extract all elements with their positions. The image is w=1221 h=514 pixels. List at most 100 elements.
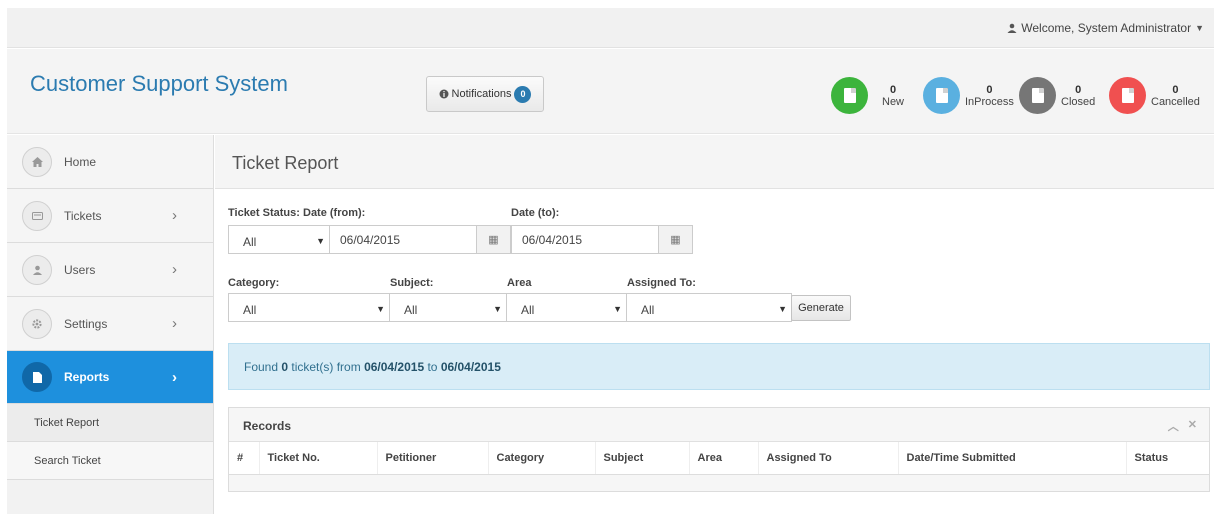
document-icon bbox=[1031, 88, 1044, 103]
caret-down-icon: ▼ bbox=[493, 304, 502, 314]
sidebar-item-tickets[interactable]: Tickets › bbox=[7, 189, 213, 243]
stat-new-circle bbox=[831, 77, 868, 114]
sidebar-subitem-ticket-report[interactable]: Ticket Report bbox=[7, 404, 213, 442]
records-title: Records bbox=[243, 419, 292, 433]
stat-new[interactable]: 0 New bbox=[831, 77, 904, 114]
date-to-input[interactable]: 06/04/2015 bbox=[511, 225, 659, 254]
user-menu[interactable]: Welcome, System Administrator ▼ bbox=[1007, 21, 1204, 35]
assigned-to-value: All bbox=[641, 303, 655, 317]
column-header[interactable]: Ticket No. bbox=[259, 442, 378, 475]
main-content: Ticket Report Ticket Status: Date (from)… bbox=[215, 135, 1214, 514]
sidebar-item-label: Reports bbox=[64, 370, 110, 384]
subject-value: All bbox=[404, 303, 418, 317]
date-from-input[interactable]: 06/04/2015 bbox=[329, 225, 477, 254]
area-label: Area bbox=[507, 277, 532, 289]
sidebar-item-label: Settings bbox=[64, 316, 108, 331]
area-value: All bbox=[521, 303, 535, 317]
stat-new-count: 0 bbox=[889, 83, 897, 96]
stat-inprocess-circle bbox=[923, 77, 960, 114]
document-icon bbox=[843, 88, 856, 103]
stat-cancelled-label: Cancelled bbox=[1151, 95, 1200, 108]
sidebar-item-users[interactable]: Users › bbox=[7, 243, 213, 297]
table-header-row: # Ticket No. Petitioner Category Subject… bbox=[229, 442, 1209, 475]
subject-label: Subject: bbox=[390, 277, 434, 289]
chevron-down-icon: ▼ bbox=[1195, 23, 1204, 33]
sidebar-item-settings[interactable]: Settings › bbox=[7, 297, 213, 351]
document-icon bbox=[1121, 88, 1134, 103]
calendar-icon[interactable]: ▦ bbox=[658, 225, 693, 254]
category-label: Category: bbox=[228, 277, 280, 289]
assigned-to-select[interactable]: All ▼ bbox=[626, 293, 792, 322]
stat-inprocess[interactable]: 0 InProcess bbox=[923, 77, 1014, 114]
result-middle: ticket(s) from bbox=[288, 360, 365, 374]
sidebar-item-label: Home bbox=[64, 154, 97, 169]
sidebar-item-reports[interactable]: Reports › bbox=[7, 351, 213, 404]
column-header[interactable]: Date/Time Submitted bbox=[898, 442, 1127, 475]
document-icon bbox=[935, 88, 948, 103]
caret-down-icon: ▼ bbox=[778, 304, 787, 314]
ticket-icon bbox=[22, 200, 52, 231]
stat-cancelled-circle bbox=[1109, 77, 1146, 114]
caret-down-icon: ▼ bbox=[316, 236, 325, 246]
stat-inprocess-label: InProcess bbox=[965, 95, 1014, 108]
notifications-button[interactable]: Notifications 0 bbox=[426, 76, 544, 112]
ticket-status-value: All bbox=[243, 235, 257, 249]
sidebar-item-label: Users bbox=[64, 262, 96, 277]
column-header[interactable]: Area bbox=[689, 442, 759, 475]
stat-inprocess-count: 0 bbox=[986, 83, 993, 96]
subject-select[interactable]: All ▼ bbox=[389, 293, 507, 322]
category-value: All bbox=[243, 303, 257, 317]
home-icon bbox=[22, 146, 52, 177]
ticket-status-select[interactable]: All ▼ bbox=[228, 225, 330, 254]
date-to-label: Date (to): bbox=[511, 207, 560, 219]
page-title: Ticket Report bbox=[215, 135, 1214, 189]
top-bar: Welcome, System Administrator ▼ bbox=[7, 8, 1214, 48]
chevron-up-icon[interactable]: ︿ bbox=[1168, 418, 1179, 434]
sidebar: Home Tickets › Users › Settings › Report… bbox=[7, 135, 214, 514]
records-header: Records ︿ ✕ bbox=[229, 408, 1209, 442]
column-header[interactable]: Category bbox=[488, 442, 596, 475]
column-header[interactable]: # bbox=[229, 442, 260, 475]
ticket-status-label: Ticket Status: bbox=[228, 207, 300, 219]
result-from-date: 06/04/2015 bbox=[364, 360, 425, 374]
calendar-icon[interactable]: ▦ bbox=[476, 225, 511, 254]
stat-closed-circle bbox=[1019, 77, 1056, 114]
notifications-label: Notifications bbox=[451, 88, 512, 100]
assigned-to-label: Assigned To: bbox=[627, 277, 696, 289]
caret-down-icon: ▼ bbox=[376, 304, 385, 314]
chevron-right-icon: › bbox=[172, 315, 177, 332]
column-header[interactable]: Status bbox=[1126, 442, 1209, 475]
result-alert: Found 0 ticket(s) from 06/04/2015 to 06/… bbox=[228, 343, 1210, 390]
category-select[interactable]: All ▼ bbox=[228, 293, 390, 322]
header: Customer Support System Notifications 0 … bbox=[7, 49, 1214, 134]
result-prefix: Found bbox=[244, 360, 282, 374]
document-icon bbox=[22, 362, 52, 392]
app-title: Customer Support System bbox=[30, 71, 288, 96]
records-empty-body bbox=[229, 474, 1209, 491]
date-from-label: Date (from): bbox=[303, 207, 366, 219]
area-select[interactable]: All ▼ bbox=[506, 293, 627, 322]
sidebar-item-label: Tickets bbox=[64, 208, 102, 223]
stat-closed[interactable]: 0 Closed bbox=[1019, 77, 1095, 114]
stat-closed-count: 0 bbox=[1075, 83, 1082, 96]
stat-closed-label: Closed bbox=[1061, 95, 1096, 108]
result-to-word: to bbox=[424, 360, 441, 374]
user-icon bbox=[22, 254, 52, 285]
column-header[interactable]: Subject bbox=[595, 442, 690, 475]
column-header[interactable]: Petitioner bbox=[377, 442, 489, 475]
stat-cancelled-count: 0 bbox=[1172, 83, 1179, 96]
records-table: # Ticket No. Petitioner Category Subject… bbox=[229, 442, 1209, 475]
sidebar-item-home[interactable]: Home bbox=[7, 135, 213, 189]
generate-button[interactable]: Generate bbox=[791, 295, 851, 321]
close-icon[interactable]: ✕ bbox=[1188, 418, 1197, 434]
info-icon bbox=[439, 89, 449, 99]
welcome-text: Welcome, System Administrator bbox=[1021, 21, 1192, 35]
sidebar-subitem-search-ticket[interactable]: Search Ticket bbox=[7, 442, 213, 480]
notifications-badge: 0 bbox=[514, 85, 532, 103]
gear-icon bbox=[22, 308, 52, 339]
chevron-right-icon: › bbox=[172, 261, 177, 278]
column-header[interactable]: Assigned To bbox=[758, 442, 899, 475]
records-panel: Records ︿ ✕ # Ticket No. Petitioner Cate… bbox=[228, 407, 1210, 492]
stat-cancelled[interactable]: 0 Cancelled bbox=[1109, 77, 1200, 114]
chevron-right-icon: › bbox=[172, 368, 177, 386]
